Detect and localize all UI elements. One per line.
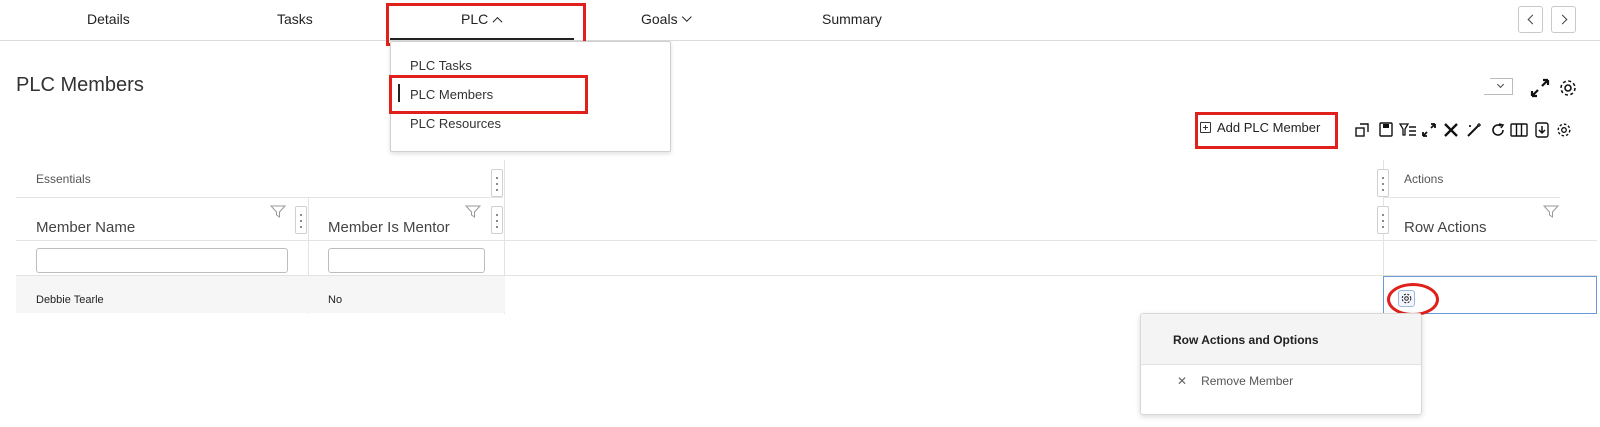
- expand-icon[interactable]: [1530, 78, 1550, 98]
- refresh-icon[interactable]: [1490, 122, 1506, 138]
- column-header-member-name[interactable]: Member Name: [36, 219, 135, 236]
- annotation-row-actions-circle: [1387, 283, 1439, 316]
- popup-header: Row Actions and Options: [1141, 314, 1421, 365]
- popup-title: Row Actions and Options: [1173, 333, 1319, 347]
- layout-icon[interactable]: [1354, 122, 1370, 138]
- member-name-filter-input[interactable]: [36, 248, 288, 273]
- tab-details[interactable]: Details: [87, 11, 130, 27]
- page-title: PLC Members: [16, 74, 144, 96]
- filter-list-icon[interactable]: [1399, 122, 1417, 138]
- remove-member-label: Remove Member: [1201, 374, 1294, 388]
- group-divider: [16, 197, 503, 198]
- column-menu-handle[interactable]: [295, 206, 307, 234]
- column-menu-handle[interactable]: [491, 206, 503, 234]
- group-actions-label: Actions: [1404, 172, 1444, 186]
- tab-tasks-label: Tasks: [277, 11, 313, 27]
- filter-icon[interactable]: [465, 205, 481, 218]
- next-tab-button[interactable]: [1551, 6, 1576, 33]
- tab-summary[interactable]: Summary: [822, 11, 882, 27]
- group-menu-handle[interactable]: [1377, 169, 1389, 197]
- annotation-add-member-highlight: [1195, 112, 1338, 149]
- column-menu-handle[interactable]: [1377, 206, 1389, 234]
- group-essentials-label: Essentials: [36, 172, 91, 186]
- export-icon[interactable]: [1535, 122, 1549, 138]
- group-menu-handle[interactable]: [491, 169, 503, 197]
- annotation-plc-members-highlight: [389, 75, 588, 114]
- chevron-right-icon: [1557, 14, 1568, 25]
- settings-icon[interactable]: [1558, 78, 1578, 98]
- chevron-down-icon: [681, 11, 692, 22]
- menu-item-plc-tasks[interactable]: PLC Tasks: [410, 58, 472, 73]
- top-tab-bar: Details Tasks PLC Goals Summary: [0, 0, 1600, 41]
- tab-tasks[interactable]: Tasks: [277, 11, 313, 27]
- row-actions-popup: Row Actions and Options ✕ Remove Member: [1140, 313, 1422, 415]
- menu-item-plc-resources[interactable]: PLC Resources: [410, 116, 501, 131]
- chevron-down-icon: [1496, 80, 1505, 89]
- previous-tab-button[interactable]: [1518, 6, 1543, 33]
- member-is-mentor-filter-input[interactable]: [328, 248, 485, 273]
- cell-member-is-mentor: No: [328, 294, 343, 306]
- view-dropdown[interactable]: [1484, 78, 1513, 95]
- annotation-plc-tab-highlight: [386, 3, 586, 46]
- close-icon: ✕: [1177, 374, 1188, 388]
- group-divider: [1383, 197, 1560, 198]
- chevron-left-icon: [1527, 14, 1538, 25]
- column-header-member-is-mentor[interactable]: Member Is Mentor: [328, 219, 450, 236]
- remove-member-action[interactable]: ✕ Remove Member: [1177, 374, 1293, 388]
- column-header-row-actions[interactable]: Row Actions: [1404, 219, 1487, 236]
- expand-icon[interactable]: [1421, 122, 1437, 138]
- header-divider: [16, 240, 1597, 241]
- cell-member-name: Debbie Tearle: [36, 294, 104, 306]
- tab-goals-label: Goals: [641, 11, 678, 27]
- tab-goals[interactable]: Goals: [641, 11, 692, 27]
- tab-details-label: Details: [87, 11, 130, 27]
- magic-wand-icon[interactable]: [1466, 122, 1482, 138]
- filter-icon[interactable]: [270, 205, 286, 218]
- tab-summary-label: Summary: [822, 11, 882, 27]
- save-icon[interactable]: [1379, 122, 1393, 138]
- settings-icon[interactable]: [1556, 122, 1572, 138]
- columns-icon[interactable]: [1510, 122, 1528, 138]
- tools-icon[interactable]: [1443, 122, 1459, 138]
- filter-icon[interactable]: [1543, 205, 1559, 218]
